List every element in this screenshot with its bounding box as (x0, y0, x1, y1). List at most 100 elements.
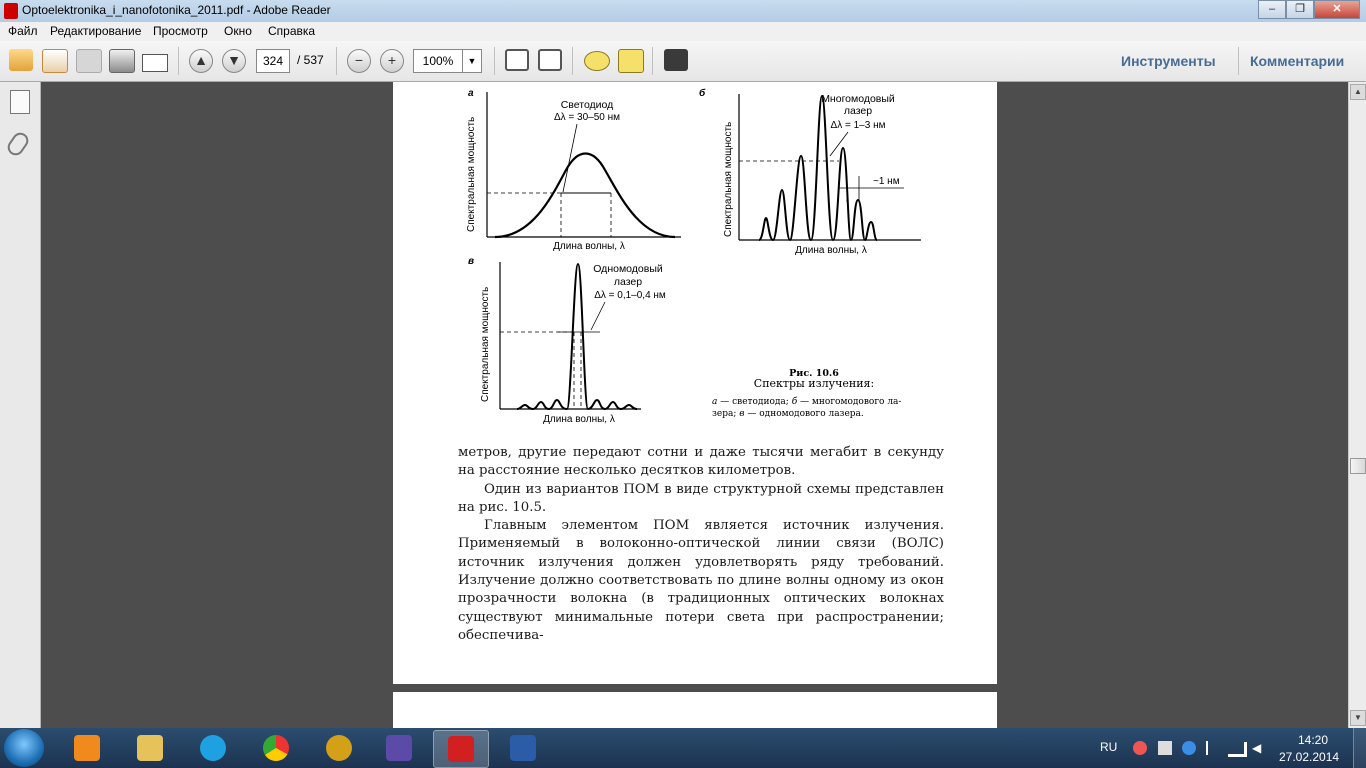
panel-b-letter: б (699, 87, 706, 99)
page-total: / 537 (297, 53, 324, 67)
pdf-next-page (393, 692, 997, 728)
volume-icon[interactable]: ◀ (1252, 741, 1266, 755)
figure-caption-line-1: а — светодиода; б — многомодового ла- (712, 396, 901, 407)
previous-page-button[interactable]: ▲ (189, 49, 213, 73)
page-number-input[interactable]: 324 (256, 49, 290, 73)
paragraph-1: метров, другие передают сотни и даже тыс… (458, 445, 944, 479)
figure-caption-title: Спектры излучения: (754, 377, 874, 390)
panel-b-title-2: лазер (844, 105, 872, 117)
tools-pane-link[interactable]: Инструменты (1121, 53, 1216, 69)
panel-a-led: а Светодиод Δλ = 30–50 нм Спектральная м… (466, 88, 681, 252)
panel-a-xlabel: Длина волны, λ (553, 241, 625, 252)
figure-spectra: а Светодиод Δλ = 30–50 нм Спектральная м… (466, 87, 921, 425)
document-view[interactable]: а Светодиод Δλ = 30–50 нм Спектральная м… (41, 82, 1349, 728)
figure-caption-line-2: зера; в — одномодового лазера. (712, 409, 864, 419)
comments-pane-link[interactable]: Комментарии (1250, 53, 1344, 69)
webcam-icon (326, 735, 352, 761)
taskbar-skype[interactable] (186, 730, 240, 766)
panel-b-title-1: Многомодовый (821, 93, 895, 105)
equalizer-icon (386, 735, 412, 761)
panel-b-xlabel: Длина волны, λ (795, 245, 867, 256)
panel-a-letter: а (468, 88, 474, 99)
word-icon (510, 735, 536, 761)
scroll-thumb[interactable] (1350, 458, 1366, 474)
panel-c-title-2: лазер (614, 276, 642, 288)
panel-b-width: Δλ = 1–3 нм (831, 120, 886, 131)
fit-width-icon[interactable] (538, 49, 562, 71)
scroll-down-icon[interactable]: ▼ (1350, 710, 1366, 726)
panel-a-ylabel: Спектральная мощность (466, 117, 477, 232)
panel-b-spacing: ~1 нм (873, 176, 900, 187)
email-icon[interactable] (142, 54, 168, 72)
language-indicator[interactable]: RU (1100, 740, 1117, 754)
tray-app-icon[interactable] (1133, 741, 1147, 755)
taskbar-chrome[interactable] (249, 730, 303, 766)
zoom-in-button[interactable]: + (380, 49, 404, 73)
paragraph-3: Главным элементом ПОМ является источник … (458, 518, 944, 643)
tray-usb-icon[interactable] (1158, 741, 1172, 755)
maximize-button[interactable]: ❐ (1286, 0, 1314, 19)
fit-page-icon[interactable] (505, 49, 529, 71)
show-desktop-button[interactable] (1353, 728, 1366, 768)
window-title: Optoelektronika_i_nanofotonika_2011.pdf … (22, 3, 331, 17)
panel-c-title-1: Одномодовый (593, 263, 663, 275)
create-pdf-icon[interactable] (42, 49, 68, 73)
taskbar-adobe-reader[interactable] (433, 730, 489, 768)
tray-update-icon[interactable] (1182, 741, 1196, 755)
page-body-text: метров, другие передают сотни и даже тыс… (458, 444, 944, 645)
highlight-icon[interactable] (618, 49, 644, 73)
taskbar-explorer[interactable] (123, 730, 177, 766)
print-icon[interactable] (109, 49, 135, 73)
panel-c-singlemode: в Одномодовый лазер Δλ = 0,1–0,4 нм Спек… (468, 256, 666, 425)
scroll-up-icon[interactable]: ▲ (1350, 84, 1366, 100)
panel-a-title: Светодиод (561, 99, 614, 111)
adobe-reader-icon (4, 3, 18, 19)
folder-icon (137, 735, 163, 761)
taskbar-webcam[interactable] (312, 730, 366, 766)
zoom-out-button[interactable]: − (347, 49, 371, 73)
toolbar: ▲ ▼ 324 / 537 − + 100% ▼ Инструменты Ком… (0, 41, 1366, 82)
zoom-input[interactable]: 100% (413, 49, 463, 73)
next-page-button[interactable]: ▼ (222, 49, 246, 73)
navigation-panel (0, 82, 41, 728)
fullscreen-icon[interactable] (664, 49, 688, 71)
menu-help[interactable]: Справка (268, 24, 315, 38)
clock-time[interactable]: 14:20 (1298, 733, 1328, 747)
taskbar-media-player[interactable] (60, 730, 114, 766)
pdf-page: а Светодиод Δλ = 30–50 нм Спектральная м… (393, 82, 997, 684)
panel-c-width: Δλ = 0,1–0,4 нм (594, 290, 666, 301)
taskbar-word[interactable] (496, 730, 550, 766)
save-icon[interactable] (76, 49, 102, 73)
attachments-icon[interactable] (4, 129, 32, 159)
close-button[interactable]: ✕ (1314, 0, 1360, 19)
paragraph-2: Один из вариантов ПОМ в виде структурной… (458, 481, 944, 515)
network-icon[interactable] (1228, 742, 1247, 757)
taskbar-equalizer[interactable] (372, 730, 426, 766)
minimize-button[interactable]: ‒ (1258, 0, 1286, 19)
start-button[interactable] (4, 729, 44, 767)
menu-file[interactable]: Файл (8, 24, 38, 38)
zoom-dropdown-icon[interactable]: ▼ (462, 49, 482, 73)
menu-view[interactable]: Просмотр (153, 24, 208, 38)
vertical-scrollbar[interactable]: ▲ ▼ (1348, 82, 1366, 728)
panel-b-ylabel: Спектральная мощность (723, 122, 734, 237)
page-thumbnails-icon[interactable] (10, 90, 30, 114)
panel-b-multimode: б Многомодовый лазер Δλ = 1–3 нм ~1 нм С… (699, 87, 921, 256)
adobe-reader-icon (448, 736, 474, 762)
action-center-icon[interactable] (1206, 741, 1218, 755)
panel-a-width: Δλ = 30–50 нм (554, 112, 620, 123)
comment-icon[interactable] (584, 51, 610, 71)
menu-window[interactable]: Окно (224, 24, 252, 38)
media-player-icon (74, 735, 100, 761)
menu-bar: Файл Редактирование Просмотр Окно Справк… (0, 22, 1366, 41)
skype-icon (200, 735, 226, 761)
panel-c-xlabel: Длина волны, λ (543, 414, 615, 425)
panel-c-ylabel: Спектральная мощность (480, 287, 491, 402)
clock-date[interactable]: 27.02.2014 (1279, 750, 1339, 764)
panel-c-letter: в (468, 256, 474, 267)
browser-icon (263, 735, 289, 761)
title-bar: Optoelektronika_i_nanofotonika_2011.pdf … (0, 0, 1366, 22)
menu-edit[interactable]: Редактирование (50, 24, 141, 38)
taskbar: RU ◀ 14:20 27.02.2014 (0, 728, 1366, 768)
open-file-icon[interactable] (9, 49, 33, 71)
